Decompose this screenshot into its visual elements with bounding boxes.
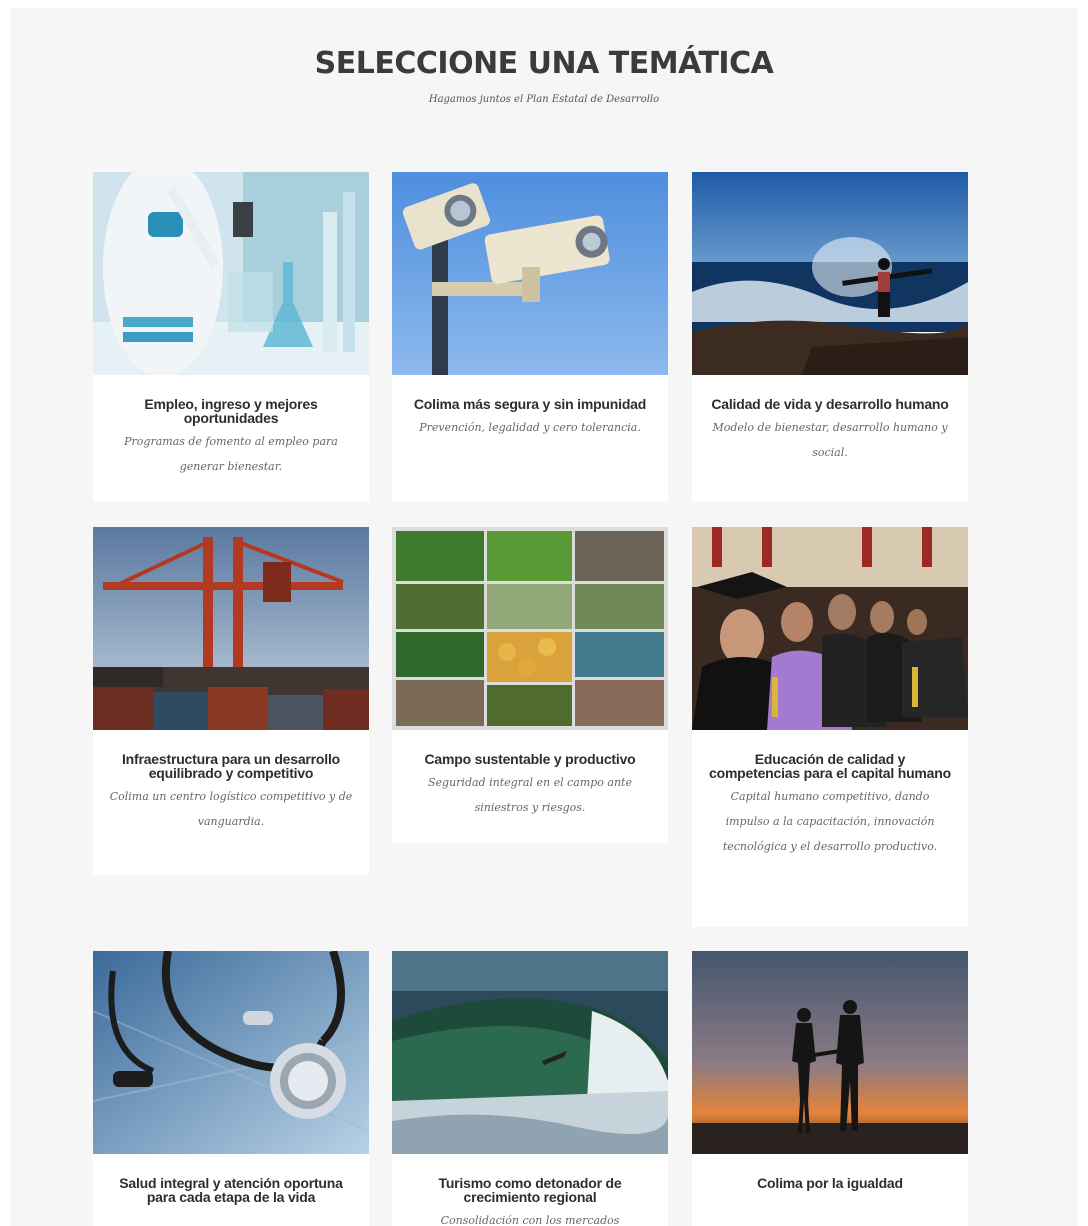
security-camera-photo bbox=[392, 172, 668, 375]
theme-card-campo[interactable]: Campo sustentable y productivo Seguridad… bbox=[392, 527, 668, 843]
surf-wave-photo bbox=[392, 951, 668, 1154]
graduates-photo bbox=[692, 527, 968, 730]
theme-card-educacion[interactable]: Educación de calidad y competencias para… bbox=[692, 527, 968, 927]
card-description: Programas de fomento al empleo para gene… bbox=[124, 435, 338, 473]
agriculture-collage-photo bbox=[392, 527, 668, 730]
port-crane-photo bbox=[93, 527, 369, 730]
page-subtitle: Hagamos juntos el Plan Estatal de Desarr… bbox=[428, 94, 660, 105]
theme-card-salud[interactable]: Salud integral y atención oportuna para … bbox=[93, 951, 369, 1226]
stethoscope-photo bbox=[93, 951, 369, 1154]
card-description: Prevención, legalidad y cero tolerancia. bbox=[419, 421, 641, 434]
page-title: SELECCIONE UNA TEMÁTICA bbox=[314, 46, 774, 81]
card-title: Infraestructura para un desarrollo equil… bbox=[121, 751, 341, 781]
page-container: SELECCIONE UNA TEMÁTICA Hagamos juntos e… bbox=[10, 8, 1078, 1226]
card-description: Consolidación con los mercados bbox=[440, 1214, 620, 1226]
ocean-person-photo bbox=[692, 172, 968, 375]
card-description: Seguridad integral en el campo ante sini… bbox=[428, 776, 632, 814]
theme-card-igualdad[interactable]: Colima por la igualdad bbox=[692, 951, 968, 1226]
card-title: Colima más segura y sin impunidad bbox=[413, 396, 647, 412]
laboratory-photo bbox=[93, 172, 369, 375]
theme-card-seguridad[interactable]: Colima más segura y sin impunidad Preven… bbox=[392, 172, 668, 502]
card-title: Turismo como detonador de crecimiento re… bbox=[438, 1175, 622, 1205]
card-title: Campo sustentable y productivo bbox=[424, 751, 636, 767]
card-title: Salud integral y atención oportuna para … bbox=[119, 1175, 343, 1205]
theme-card-infraestructura[interactable]: Infraestructura para un desarrollo equil… bbox=[93, 527, 369, 875]
card-description: Modelo de bienestar, desarrollo humano y… bbox=[712, 421, 948, 459]
theme-card-turismo[interactable]: Turismo como detonador de crecimiento re… bbox=[392, 951, 668, 1226]
card-description: Capital humano competitivo, dando impuls… bbox=[722, 790, 938, 853]
card-title: Colima por la igualdad bbox=[757, 1175, 903, 1191]
card-description: Colima un centro logístico competitivo y… bbox=[109, 790, 353, 828]
theme-card-empleo[interactable]: Empleo, ingreso y mejores oportunidades … bbox=[93, 172, 369, 502]
theme-card-calidad-vida[interactable]: Calidad de vida y desarrollo humano Mode… bbox=[692, 172, 968, 502]
card-title: Calidad de vida y desarrollo humano bbox=[711, 396, 949, 412]
card-title: Empleo, ingreso y mejores oportunidades bbox=[144, 396, 318, 426]
card-title: Educación de calidad y competencias para… bbox=[709, 751, 951, 781]
sunset-couple-photo bbox=[692, 951, 968, 1154]
